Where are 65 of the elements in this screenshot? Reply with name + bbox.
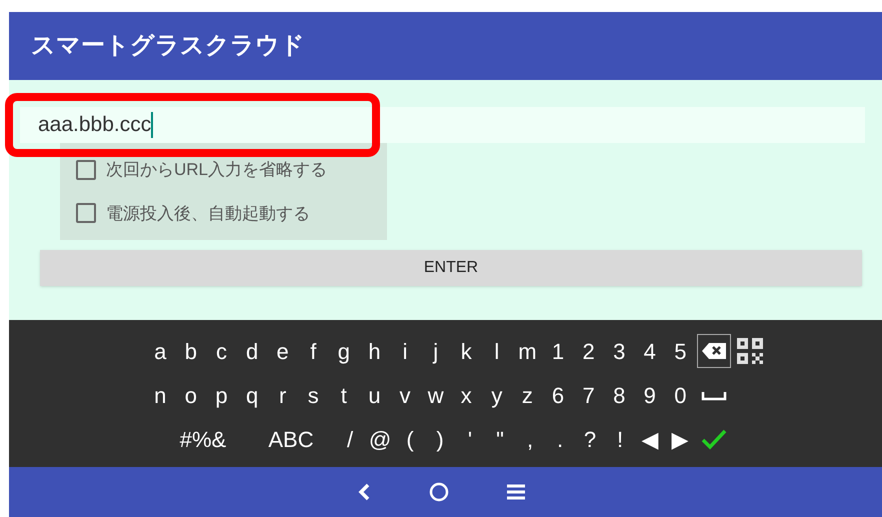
qr-code-icon xyxy=(737,338,764,364)
keyboard-key[interactable]: #%& xyxy=(159,419,247,459)
enter-button[interactable]: ENTER xyxy=(40,250,862,286)
keyboard-key[interactable]: l xyxy=(482,331,512,371)
keyboard-key[interactable]: u xyxy=(359,375,390,415)
keyboard-key[interactable]: ( xyxy=(395,419,425,459)
keyboard-key[interactable]: ABC xyxy=(247,419,335,459)
checkbox[interactable] xyxy=(76,160,96,180)
keyboard-key[interactable]: q xyxy=(236,375,268,415)
keyboard-key[interactable]: o xyxy=(176,375,206,415)
check-icon xyxy=(700,428,726,450)
backspace-icon xyxy=(700,342,727,360)
keyboard-key[interactable]: i xyxy=(390,331,420,371)
checkbox[interactable] xyxy=(76,203,96,224)
keyboard-key[interactable]: ! xyxy=(605,419,635,459)
backspace-key[interactable] xyxy=(696,334,731,368)
keyboard-key[interactable]: 8 xyxy=(604,375,634,415)
keyboard-key[interactable]: e xyxy=(267,331,298,371)
home-icon[interactable] xyxy=(429,482,449,502)
keyboard-key[interactable]: k xyxy=(450,331,482,371)
keyboard-key[interactable]: ? xyxy=(575,419,605,459)
checkbox-label: 次回からURL入力を省略する xyxy=(106,159,328,181)
keyboard-key[interactable]: 1 xyxy=(542,331,574,371)
keyboard-key[interactable]: t xyxy=(328,375,360,415)
keyboard-key[interactable]: f xyxy=(298,331,329,371)
keyboard-key[interactable]: 7 xyxy=(573,375,604,415)
keyboard-key[interactable]: . xyxy=(545,419,575,459)
keyboard-key[interactable]: / xyxy=(335,419,365,459)
keyboard-key[interactable]: ◀ xyxy=(635,419,665,459)
keyboard-key[interactable]: 3 xyxy=(604,331,634,371)
keyboard-key[interactable]: v xyxy=(390,375,420,415)
back-icon[interactable] xyxy=(357,482,371,502)
keyboard-key[interactable]: c xyxy=(206,331,237,371)
checkbox-label: 電源投入後、自動起動する xyxy=(106,202,310,224)
keyboard-key[interactable]: , xyxy=(515,419,545,459)
keyboard-key[interactable]: ' xyxy=(455,419,485,459)
keyboard-key[interactable]: 4 xyxy=(634,331,666,371)
keyboard-key[interactable]: y xyxy=(482,375,512,415)
keyboard-key[interactable]: r xyxy=(267,375,298,415)
keyboard-key[interactable]: z xyxy=(512,375,543,415)
keyboard-key[interactable]: ) xyxy=(425,419,455,459)
keyboard-key[interactable]: g xyxy=(328,331,360,371)
keyboard-key[interactable]: 2 xyxy=(573,331,604,371)
keyboard-key[interactable]: d xyxy=(236,331,268,371)
keyboard-key[interactable]: 0 xyxy=(665,375,696,415)
keyboard-key[interactable]: @ xyxy=(365,419,395,459)
keyboard-key[interactable]: 6 xyxy=(542,375,574,415)
keyboard-key[interactable]: s xyxy=(298,375,329,415)
keyboard-key[interactable]: b xyxy=(176,331,206,371)
keyboard-key[interactable]: h xyxy=(359,331,390,371)
keyboard-key[interactable]: p xyxy=(206,375,237,415)
keyboard-key[interactable]: m xyxy=(512,331,543,371)
keyboard-key[interactable]: n xyxy=(145,375,176,415)
keyboard-key[interactable]: 5 xyxy=(665,331,696,371)
keyboard-key[interactable]: ▶ xyxy=(665,419,695,459)
keyboard-key[interactable]: x xyxy=(450,375,482,415)
keyboard-key[interactable]: w xyxy=(420,375,451,415)
text-cursor xyxy=(151,112,154,138)
keyboard-key[interactable]: " xyxy=(485,419,515,459)
keyboard-key[interactable]: 9 xyxy=(634,375,666,415)
url-input-field[interactable]: aaa.bbb.ccc xyxy=(20,107,865,143)
menu-icon[interactable] xyxy=(507,484,525,500)
keyboard-key[interactable]: j xyxy=(420,331,451,371)
app-title: スマートグラスクラウド xyxy=(31,31,305,61)
keyboard-key[interactable]: a xyxy=(145,331,176,371)
